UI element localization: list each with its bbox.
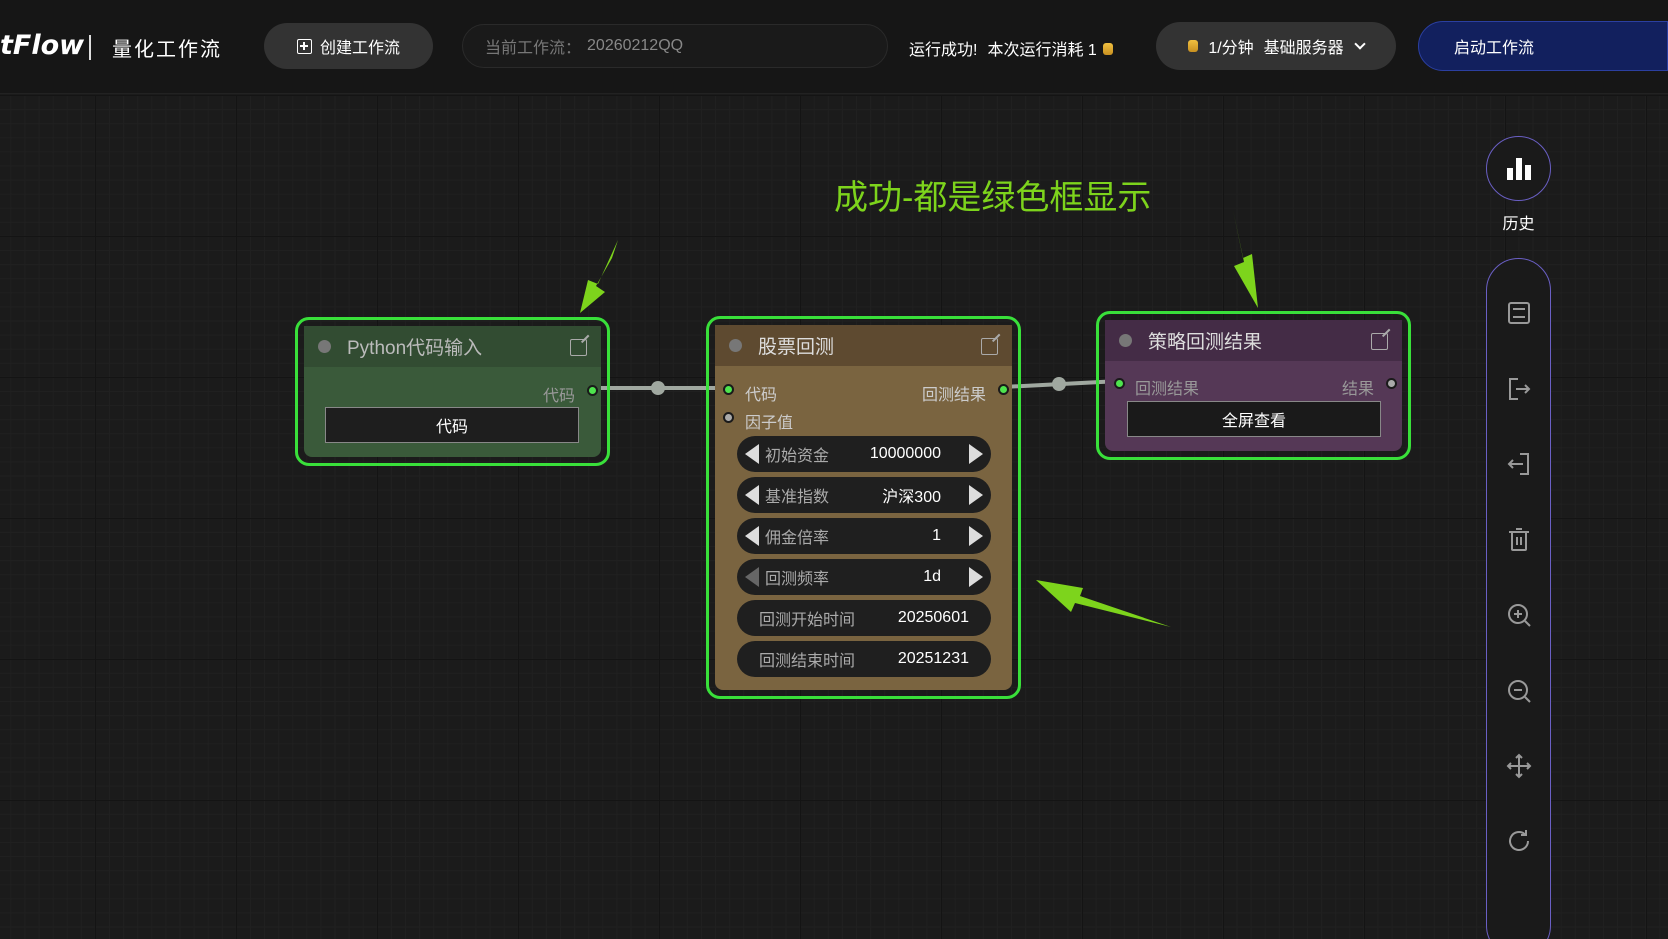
python-node-frame[interactable]: Python代码输入 代码 代码 bbox=[295, 317, 610, 466]
fullscreen-button[interactable]: 全屏查看 bbox=[1127, 401, 1381, 437]
increment-icon[interactable] bbox=[969, 485, 983, 505]
result-in-label: 回测结果 bbox=[1135, 381, 1200, 398]
backtest-node-frame[interactable]: 股票回测 代码 回测结果 因子值 初始资金 10000000 基准指数 沪深30… bbox=[706, 316, 1021, 699]
widget-label: 佣金倍率 bbox=[765, 530, 830, 547]
status-dot bbox=[1119, 334, 1132, 347]
result-node-header[interactable]: 策略回测结果 bbox=[1105, 320, 1402, 361]
decrement-icon[interactable] bbox=[745, 485, 759, 505]
python-node-title: Python代码输入 bbox=[347, 338, 483, 359]
link-midpoint[interactable] bbox=[1052, 377, 1066, 391]
widget-value: 10000000 bbox=[869, 445, 941, 462]
widget-value: 沪深300 bbox=[882, 489, 941, 506]
increment-icon[interactable] bbox=[969, 444, 983, 464]
zoom-out-icon[interactable] bbox=[1506, 678, 1532, 704]
history-button[interactable] bbox=[1486, 136, 1551, 201]
refresh-icon[interactable] bbox=[1506, 828, 1532, 854]
status-dot bbox=[729, 339, 742, 352]
status-dot bbox=[318, 340, 331, 353]
python-node-header[interactable]: Python代码输入 bbox=[304, 326, 601, 367]
export-icon[interactable] bbox=[1506, 376, 1532, 402]
decrement-icon[interactable] bbox=[745, 526, 759, 546]
annotation-text: 成功-都是绿色框显示 bbox=[834, 179, 1152, 217]
widget-label: 回测频率 bbox=[765, 571, 830, 588]
result-node-title: 策略回测结果 bbox=[1148, 332, 1263, 353]
result-node-frame[interactable]: 策略回测结果 回测结果 结果 全屏查看 bbox=[1096, 311, 1411, 460]
widget-label: 回测结束时间 bbox=[759, 653, 856, 670]
widget-label: 初始资金 bbox=[765, 448, 830, 465]
benchmark-widget[interactable]: 基准指数 沪深300 bbox=[737, 477, 991, 513]
code-button[interactable]: 代码 bbox=[325, 407, 579, 443]
arrow-left bbox=[580, 240, 618, 313]
python-out-port[interactable] bbox=[587, 385, 598, 396]
history-label: 历史 bbox=[1502, 216, 1535, 233]
python-out-label: 代码 bbox=[542, 388, 575, 405]
save-icon[interactable] bbox=[1506, 300, 1532, 326]
edit-icon[interactable] bbox=[570, 339, 587, 356]
arrow-right bbox=[1233, 210, 1258, 308]
widget-value: 1 bbox=[932, 527, 941, 544]
python-node[interactable]: Python代码输入 代码 代码 bbox=[304, 326, 601, 457]
result-out-label: 结果 bbox=[1341, 381, 1374, 398]
link-midpoint[interactable] bbox=[651, 381, 665, 395]
backtest-out-label: 回测结果 bbox=[921, 387, 986, 404]
widget-value: 1d bbox=[923, 568, 941, 585]
backtest-node[interactable]: 股票回测 代码 回测结果 因子值 初始资金 10000000 基准指数 沪深30… bbox=[715, 325, 1012, 690]
decrement-icon[interactable] bbox=[745, 567, 759, 587]
edit-icon[interactable] bbox=[981, 338, 998, 355]
widget-value: 20250601 bbox=[897, 609, 969, 626]
initial-capital-widget[interactable]: 初始资金 10000000 bbox=[737, 436, 991, 472]
result-in-port[interactable] bbox=[1114, 378, 1125, 389]
commission-widget[interactable]: 佣金倍率 1 bbox=[737, 518, 991, 554]
edit-icon[interactable] bbox=[1371, 333, 1388, 350]
move-icon[interactable] bbox=[1506, 753, 1532, 779]
decrement-icon[interactable] bbox=[745, 444, 759, 464]
widget-label: 回测开始时间 bbox=[759, 612, 856, 629]
result-node[interactable]: 策略回测结果 回测结果 结果 全屏查看 bbox=[1105, 320, 1402, 451]
backtest-node-header[interactable]: 股票回测 bbox=[715, 325, 1012, 366]
frequency-widget[interactable]: 回测频率 1d bbox=[737, 559, 991, 595]
backtest-in-factor-label: 因子值 bbox=[745, 415, 794, 432]
backtest-in-code-port[interactable] bbox=[723, 384, 734, 395]
zoom-in-icon[interactable] bbox=[1506, 602, 1532, 628]
import-icon[interactable] bbox=[1506, 451, 1532, 477]
widget-label: 基准指数 bbox=[765, 489, 830, 506]
start-date-widget[interactable]: 回测开始时间 20250601 bbox=[737, 600, 991, 636]
increment-icon[interactable] bbox=[969, 526, 983, 546]
widget-value: 20251231 bbox=[897, 650, 969, 667]
backtest-in-factor-port[interactable] bbox=[723, 412, 734, 423]
arrow-middle bbox=[1036, 580, 1171, 627]
backtest-node-title: 股票回测 bbox=[758, 337, 835, 358]
backtest-out-port[interactable] bbox=[998, 384, 1009, 395]
end-date-widget[interactable]: 回测结束时间 20251231 bbox=[737, 641, 991, 677]
backtest-in-code-label: 代码 bbox=[745, 387, 778, 404]
delete-icon[interactable] bbox=[1506, 527, 1532, 553]
bar-chart-icon bbox=[1506, 158, 1531, 180]
increment-icon[interactable] bbox=[969, 567, 983, 587]
result-out-port[interactable] bbox=[1386, 378, 1397, 389]
